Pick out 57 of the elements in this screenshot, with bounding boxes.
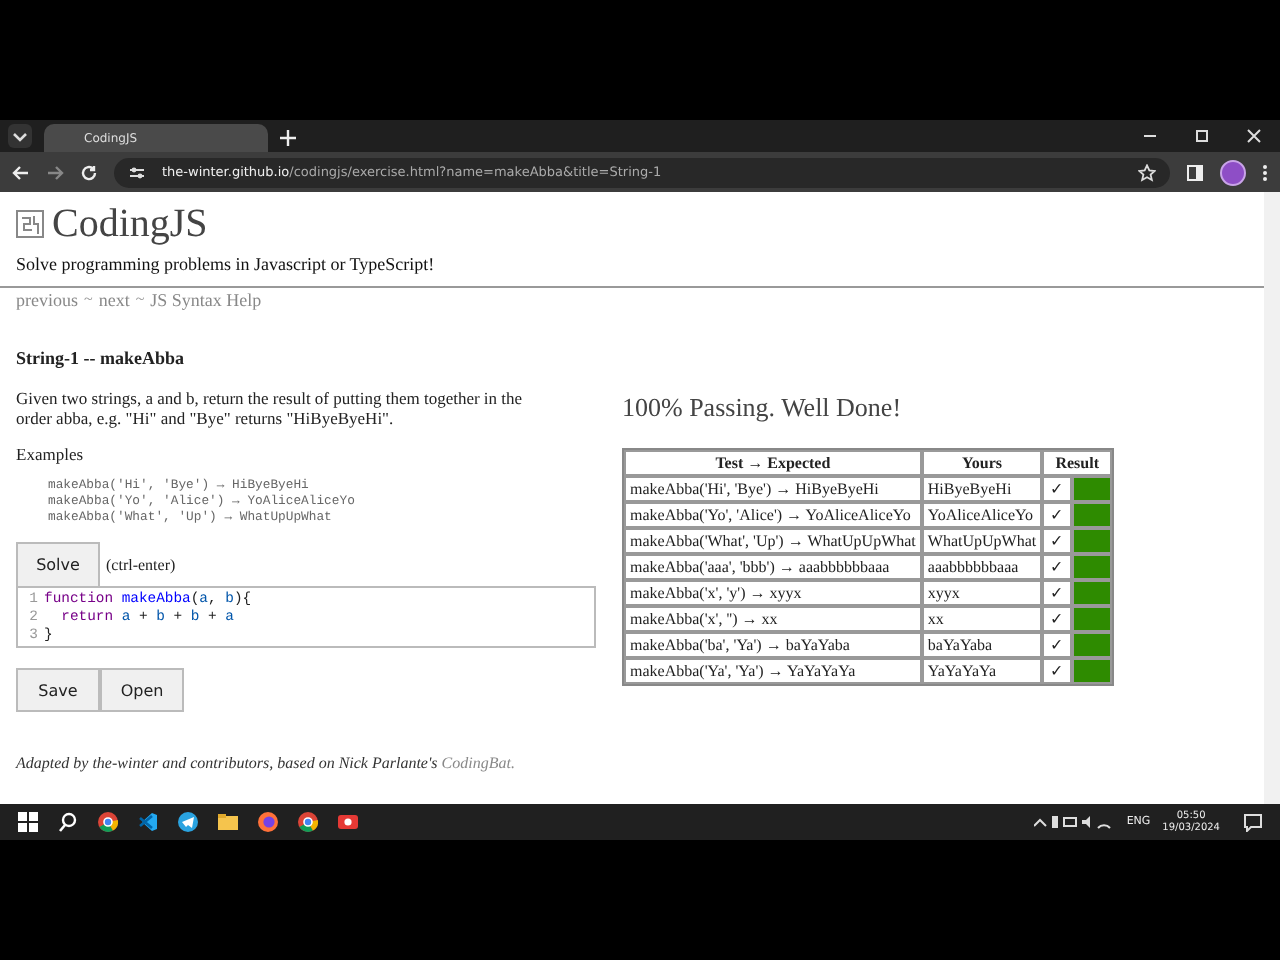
table-cell: xyyx (921, 580, 1043, 606)
table-cell: makeAbba('x', '') → xx (624, 606, 922, 632)
table-cell: makeAbba('What', 'Up') → WhatUpUpWhat (624, 528, 922, 554)
table-cell: HiByeByeHi (921, 476, 1043, 502)
nav-link[interactable]: JS Syntax Help (150, 290, 262, 310)
table-cell: makeAbba('aaa', 'bbb') → aaabbbbbbaaa (624, 554, 922, 580)
table-cell: makeAbba('x', 'y') → xyyx (624, 580, 922, 606)
problem-description: Given two strings, a and b, return the result of putting them together in the order abba, e.g. "Hi" and "Bye" returns "HiByeByeHi". (16, 388, 525, 428)
site-title: CodingJS (52, 201, 208, 247)
column-header: Test → Expected (624, 450, 922, 476)
table-cell: YaYaYaYa (921, 658, 1043, 684)
shortcut-hint: (ctrl-enter) (106, 555, 176, 573)
check-mark: ✓ (1042, 476, 1073, 502)
open-button[interactable]: Open (100, 668, 184, 712)
check-mark: ✓ (1042, 554, 1073, 580)
check-mark: ✓ (1042, 658, 1073, 684)
separator-text: ~ (84, 290, 93, 310)
profile-avatar[interactable] (1220, 159, 1246, 185)
check-mark: ✓ (1042, 606, 1073, 632)
check-mark: ✓ (1042, 632, 1073, 658)
reload-icon[interactable] (80, 163, 98, 181)
nav-link[interactable]: previous (16, 290, 78, 310)
logo-icon (16, 210, 44, 238)
bookmark-star-icon[interactable] (1138, 163, 1156, 181)
new-tab-icon[interactable] (280, 130, 296, 146)
codingbat-link[interactable]: CodingBat. (441, 754, 515, 772)
table-cell: makeAbba('Ya', 'Ya') → YaYaYaYa (624, 658, 922, 684)
table-cell: baYaYaba (921, 632, 1043, 658)
problem-title: String-1 -- makeAbba (16, 348, 187, 368)
solve-button[interactable]: Solve (16, 542, 100, 586)
check-mark: ✓ (1042, 502, 1073, 528)
site-settings-icon[interactable] (128, 163, 146, 181)
tray-icons[interactable] (1034, 814, 1115, 830)
table-cell: xx (921, 606, 1043, 632)
separator-text: ~ (135, 290, 145, 310)
table-cell: makeAbba('Hi', 'Bye') → HiByeByeHi (624, 476, 922, 502)
table-cell: WhatUpUpWhat (921, 528, 1043, 554)
check-mark: ✓ (1042, 580, 1073, 606)
table-cell: makeAbba('Yo', 'Alice') → YoAliceAliceYo (624, 502, 922, 528)
save-button[interactable]: Save (16, 668, 100, 712)
result-heading: 100% Passing. Well Done! (622, 392, 904, 424)
scrollbar[interactable] (1264, 192, 1280, 804)
tab-list-icon[interactable] (8, 124, 32, 148)
table-cell: YoAliceAliceYo (921, 502, 1043, 528)
side-panel-icon[interactable] (1186, 163, 1204, 181)
table-cell: aaabbbbbbaaa (921, 554, 1043, 580)
footer-text: Adapted by the-winter and contributors, based on Nick Parlante's CodingBat. (16, 754, 517, 772)
column-header: Yours (921, 450, 1043, 476)
tagline: Solve programming problems in Javascript or TypeScript! (16, 254, 437, 274)
nav-link[interactable]: next (98, 290, 130, 310)
examples-label: Examples (16, 444, 86, 464)
more-menu-icon[interactable] (1262, 163, 1268, 181)
check-mark: ✓ (1042, 528, 1073, 554)
column-header: Result (1042, 450, 1113, 476)
forward-icon[interactable] (46, 163, 64, 181)
table-cell: makeAbba('ba', 'Ya') → baYaYaba (624, 632, 922, 658)
back-icon[interactable] (12, 163, 30, 181)
